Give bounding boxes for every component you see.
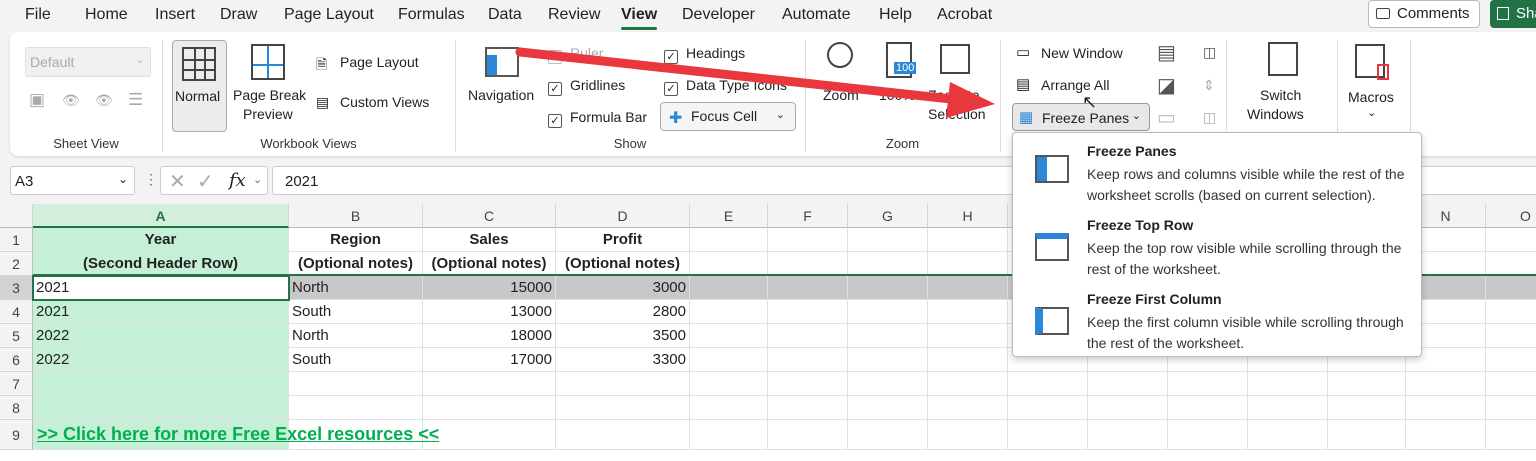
mouse-cursor-icon: ↖	[1082, 92, 1098, 112]
red-arrow-annotation	[515, 47, 995, 118]
